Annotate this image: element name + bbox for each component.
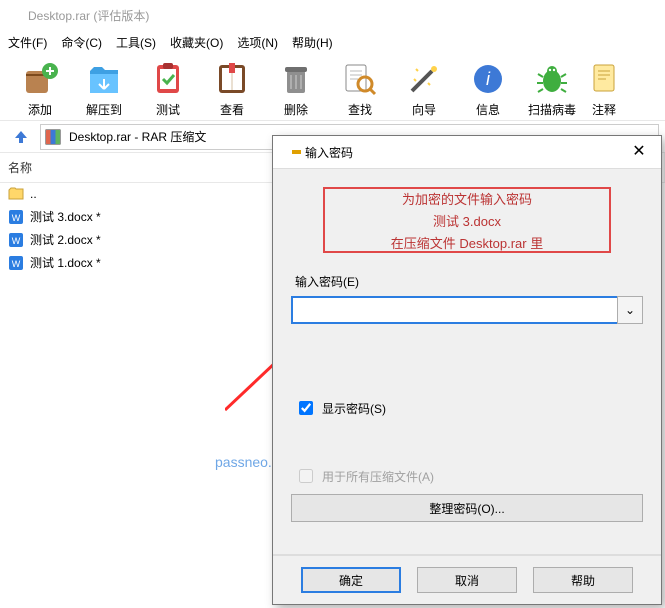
- info-line-2: 测试 3.docx: [433, 211, 501, 230]
- folder-icon: [8, 186, 24, 202]
- chevron-down-icon: ⌄: [625, 303, 635, 317]
- info-box: 为加密的文件输入密码 测试 3.docx 在压缩文件 Desktop.rar 里: [323, 187, 611, 253]
- wand-icon: [404, 59, 444, 99]
- bug-icon: [532, 59, 572, 99]
- menu-file[interactable]: 文件(F): [8, 34, 47, 51]
- menu-command[interactable]: 命令(C): [61, 34, 102, 51]
- key-icon: [283, 144, 299, 160]
- menu-tools[interactable]: 工具(S): [116, 34, 156, 51]
- list-item-label: 测试 3.docx *: [30, 208, 101, 225]
- tool-scan[interactable]: 扫描病毒: [520, 59, 584, 118]
- toolbar: 添加 解压到 测试 查看 删除 查找 向导: [0, 57, 665, 121]
- svg-text:W: W: [12, 236, 21, 246]
- info-line-3: 在压缩文件 Desktop.rar 里: [391, 233, 543, 252]
- docx-icon: W: [8, 232, 24, 248]
- svg-text:W: W: [12, 213, 21, 223]
- docx-icon: W: [8, 255, 24, 271]
- tool-wizard[interactable]: 向导: [392, 59, 456, 118]
- list-item-label: 测试 2.docx *: [30, 231, 101, 248]
- tool-comment[interactable]: 注释: [584, 59, 624, 118]
- info-icon: i: [468, 59, 508, 99]
- app-icon: [6, 7, 22, 23]
- add-archive-icon: [20, 59, 60, 99]
- window-titlebar: Desktop.rar (评估版本): [0, 0, 665, 30]
- dialog-title: 输入密码: [305, 144, 627, 161]
- clipboard-check-icon: [148, 59, 188, 99]
- cancel-button[interactable]: 取消: [417, 567, 517, 593]
- tool-find[interactable]: 查找: [328, 59, 392, 118]
- path-text: Desktop.rar - RAR 压缩文: [69, 128, 206, 145]
- tool-info[interactable]: i 信息: [456, 59, 520, 118]
- tool-comment-label: 注释: [592, 101, 616, 118]
- password-label: 输入密码(E): [295, 273, 643, 290]
- info-line-1: 为加密的文件输入密码: [402, 189, 532, 208]
- tool-info-label: 信息: [476, 101, 500, 118]
- list-item-label: ..: [30, 187, 37, 201]
- list-item-label: 测试 1.docx *: [30, 254, 101, 271]
- docx-icon: W: [8, 209, 24, 225]
- window-title: Desktop.rar (评估版本): [28, 7, 149, 24]
- show-password-checkbox[interactable]: 显示密码(S): [295, 398, 643, 418]
- close-button[interactable]: ✕: [627, 144, 651, 160]
- folder-extract-icon: [84, 59, 124, 99]
- menu-help[interactable]: 帮助(H): [292, 34, 333, 51]
- menu-bar: 文件(F) 命令(C) 工具(S) 收藏夹(O) 选项(N) 帮助(H): [0, 30, 665, 57]
- password-combo: ⌄: [291, 296, 643, 324]
- search-icon: [340, 59, 380, 99]
- archive-icon: [45, 128, 65, 146]
- help-button[interactable]: 帮助: [533, 567, 633, 593]
- tool-add-label: 添加: [28, 101, 52, 118]
- dialog-body: 为加密的文件输入密码 测试 3.docx 在压缩文件 Desktop.rar 里…: [273, 169, 661, 554]
- tool-test-label: 测试: [156, 101, 180, 118]
- tool-view-label: 查看: [220, 101, 244, 118]
- trash-icon: [276, 59, 316, 99]
- tool-delete-label: 删除: [284, 101, 308, 118]
- password-input[interactable]: [291, 296, 617, 324]
- tool-extract-label: 解压到: [86, 101, 122, 118]
- password-dialog: 输入密码 ✕ 为加密的文件输入密码 测试 3.docx 在压缩文件 Deskto…: [272, 135, 662, 605]
- for-all-archives-checkbox[interactable]: 用于所有压缩文件(A): [295, 466, 643, 486]
- dialog-footer: 确定 取消 帮助: [273, 554, 661, 604]
- show-password-label: 显示密码(S): [322, 400, 386, 417]
- organize-passwords-button[interactable]: 整理密码(O)...: [291, 494, 643, 522]
- book-icon: [212, 59, 252, 99]
- show-password-input[interactable]: [299, 401, 313, 415]
- menu-options[interactable]: 选项(N): [237, 34, 278, 51]
- menu-fav[interactable]: 收藏夹(O): [170, 34, 223, 51]
- dialog-titlebar: 输入密码 ✕: [273, 136, 661, 169]
- note-icon: [584, 59, 624, 99]
- tool-test[interactable]: 测试: [136, 59, 200, 118]
- tool-add[interactable]: 添加: [8, 59, 72, 118]
- ok-button[interactable]: 确定: [301, 567, 401, 593]
- password-dropdown-button[interactable]: ⌄: [617, 296, 643, 324]
- tool-wizard-label: 向导: [412, 101, 436, 118]
- up-button[interactable]: [6, 126, 36, 148]
- tool-delete[interactable]: 删除: [264, 59, 328, 118]
- svg-text:W: W: [12, 259, 21, 269]
- tool-scan-label: 扫描病毒: [528, 101, 576, 118]
- tool-extract[interactable]: 解压到: [72, 59, 136, 118]
- tool-find-label: 查找: [348, 101, 372, 118]
- tool-view[interactable]: 查看: [200, 59, 264, 118]
- for-all-archives-input[interactable]: [299, 469, 313, 483]
- for-all-archives-label: 用于所有压缩文件(A): [322, 468, 434, 485]
